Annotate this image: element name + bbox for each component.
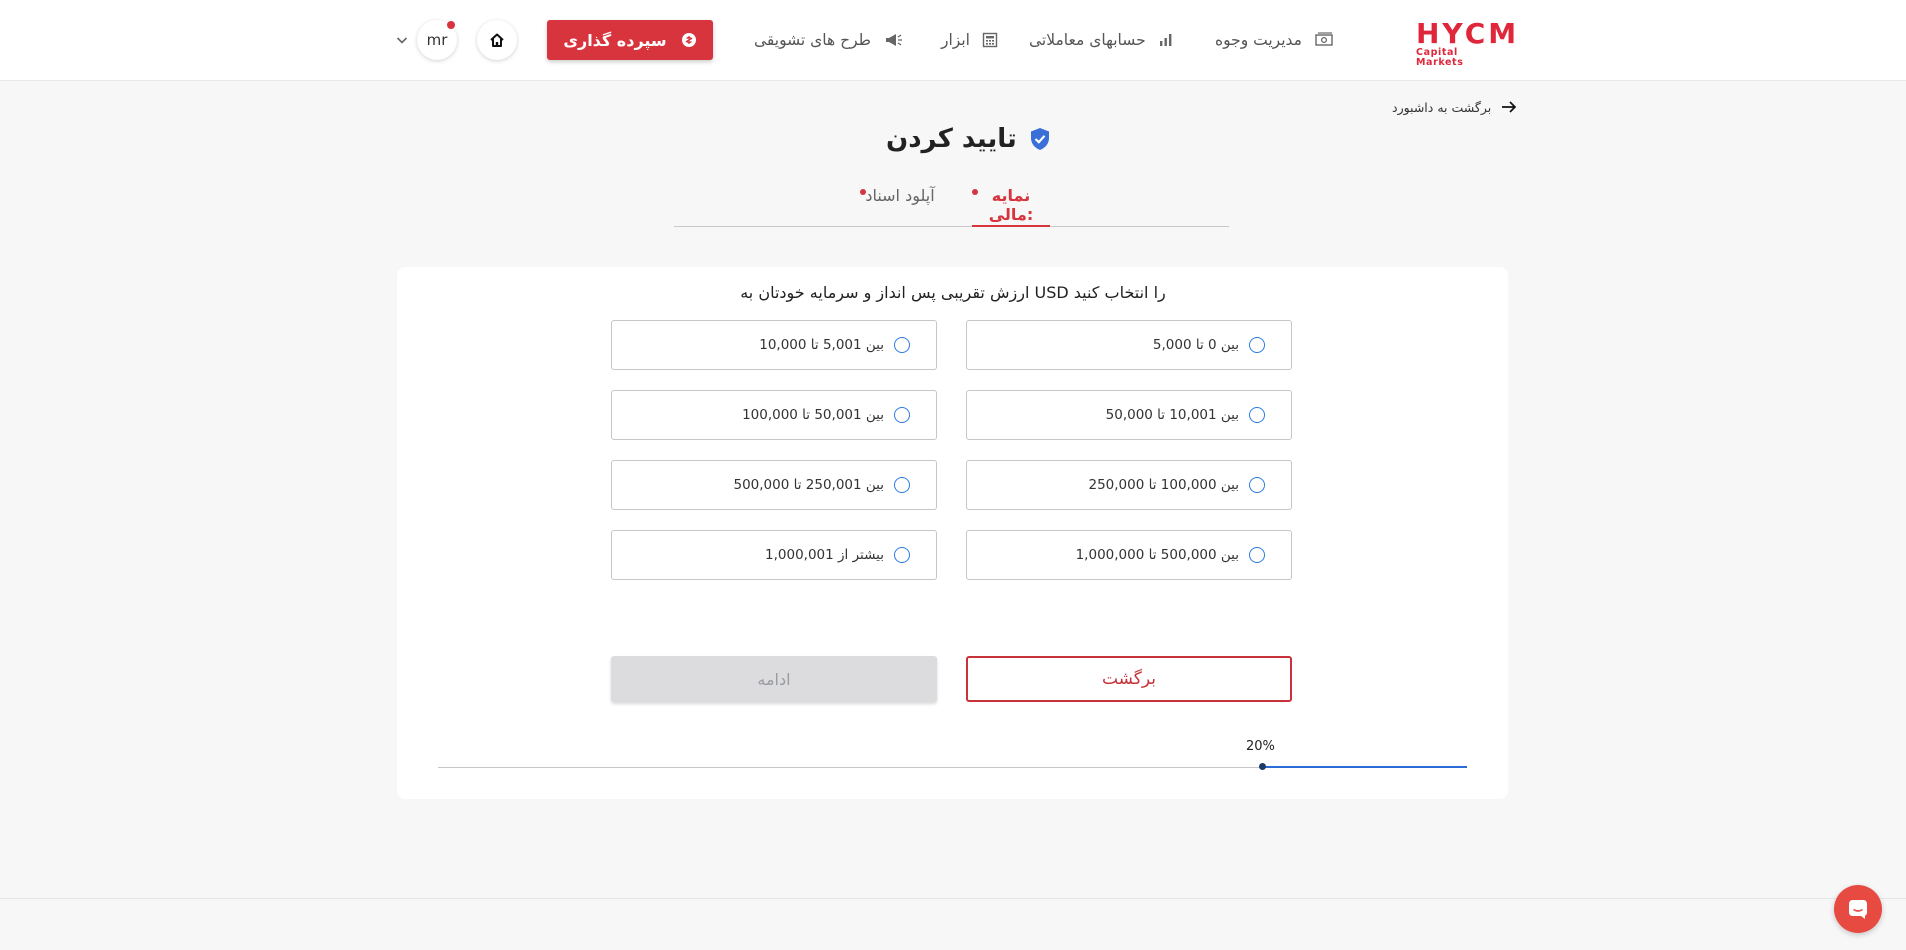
notification-dot — [447, 21, 455, 29]
option-50001-100000[interactable]: بین 50,001 تا 100,000 — [611, 390, 937, 440]
option-over-1000001[interactable]: 1,000,001 بیشتر از — [611, 530, 937, 580]
progress-fill — [1262, 766, 1467, 768]
nav-promotions-label: طرح های تشویقی — [754, 31, 871, 49]
nav-tools-label: ابزار — [941, 31, 970, 49]
footer-divider — [0, 898, 1906, 899]
option-label: 1,000,001 بیشتر از — [765, 547, 884, 563]
tab-financial-dot — [972, 189, 978, 195]
option-5001-10000[interactable]: بین 5,001 تا 10,000 — [611, 320, 937, 370]
continue-button-label: ادامه — [757, 669, 791, 689]
back-to-dashboard-label: برگشت به داشبورد — [1392, 99, 1492, 115]
back-button[interactable]: برگشت — [966, 656, 1292, 702]
nav-funds-management[interactable]: مدیریت وجوه — [1215, 28, 1334, 52]
tab-financial-profile[interactable]: نمایه مالی: — [972, 186, 1050, 227]
radio-button[interactable] — [894, 477, 910, 493]
radio-button[interactable] — [894, 407, 910, 423]
nav-funds-label: مدیریت وجوه — [1215, 31, 1302, 49]
logo-wordmark: HYCM — [1416, 17, 1520, 50]
home-icon — [490, 33, 504, 47]
megaphone-icon — [886, 34, 902, 46]
radio-button[interactable] — [894, 547, 910, 563]
nav-promotions[interactable]: طرح های تشویقی — [754, 28, 903, 52]
arrow-right-icon — [1502, 101, 1517, 113]
option-0-5000[interactable]: بین 0 تا 5,000 — [966, 320, 1292, 370]
radio-button[interactable] — [1249, 337, 1265, 353]
page-title: تایید کردن — [886, 121, 1051, 157]
money-icon — [1315, 32, 1333, 46]
option-250001-500000[interactable]: بین 250,001 تا 500,000 — [611, 460, 937, 510]
chart-icon — [1159, 34, 1172, 46]
back-to-dashboard-link[interactable]: برگشت به داشبورد — [1392, 97, 1517, 117]
radio-button[interactable] — [1249, 407, 1265, 423]
home-button[interactable] — [477, 20, 517, 60]
tab-documents-label: آپلود اسناد — [865, 186, 935, 205]
option-label: بین 100,000 تا 250,000 — [1088, 477, 1239, 493]
nav-trading-accounts[interactable]: حسابهای معاملاتی — [1029, 28, 1174, 52]
option-label: بین 500,000 تا 1,000,000 — [1075, 547, 1239, 563]
hycm-logo[interactable]: HYCM Capital Markets — [1416, 17, 1520, 68]
option-100000-250000[interactable]: بین 100,000 تا 250,000 — [966, 460, 1292, 510]
nav-tools[interactable]: ابزار — [941, 28, 998, 52]
tab-upload-documents[interactable]: آپلود اسناد — [860, 186, 940, 227]
verified-shield-icon — [1030, 128, 1049, 150]
option-500000-1000000[interactable]: بین 500,000 تا 1,000,000 — [966, 530, 1292, 580]
back-button-label: برگشت — [1101, 669, 1157, 689]
option-label: بین 50,001 تا 100,000 — [742, 407, 884, 423]
tab-financial-label: نمایه مالی: — [988, 186, 1034, 224]
option-label: بین 0 تا 5,000 — [1152, 337, 1239, 353]
question-text: ارزش تقریبی پس انداز و سرمایه خودتان به … — [740, 283, 1166, 302]
progress-percentage: 20% — [1246, 739, 1275, 754]
tab-documents-dot — [860, 189, 866, 195]
chat-icon — [1849, 900, 1867, 919]
avatar-initials: mr — [426, 31, 448, 49]
continue-button: ادامه — [611, 656, 937, 702]
financial-profile-card — [397, 267, 1508, 799]
radio-button[interactable] — [894, 337, 910, 353]
radio-button[interactable] — [1249, 547, 1265, 563]
progress-knob — [1259, 763, 1266, 770]
chat-support-button[interactable] — [1834, 885, 1882, 933]
top-navigation-bar: HYCM Capital Markets مدیریت وجوه حسابهای… — [0, 0, 1906, 81]
chevron-down-icon[interactable] — [394, 32, 410, 48]
radio-button[interactable] — [1249, 477, 1265, 493]
verification-tabs: نمایه مالی: آپلود اسناد — [674, 186, 1229, 227]
deposit-button[interactable]: سپرده گذاری — [547, 20, 713, 60]
option-10001-50000[interactable]: بین 10,001 تا 50,000 — [966, 390, 1292, 440]
deposit-button-label: سپرده گذاری — [563, 30, 667, 50]
calculator-icon — [982, 32, 998, 48]
deposit-coin-icon — [681, 33, 696, 47]
option-label: بین 10,001 تا 50,000 — [1105, 407, 1239, 423]
option-label: بین 250,001 تا 500,000 — [733, 477, 884, 493]
option-label: بین 5,001 تا 10,000 — [759, 337, 884, 353]
page-title-text: تایید کردن — [886, 124, 1017, 154]
nav-accounts-label: حسابهای معاملاتی — [1029, 31, 1146, 49]
user-avatar-button[interactable]: mr — [417, 20, 457, 60]
logo-subtitle: Capital Markets — [1416, 47, 1464, 68]
